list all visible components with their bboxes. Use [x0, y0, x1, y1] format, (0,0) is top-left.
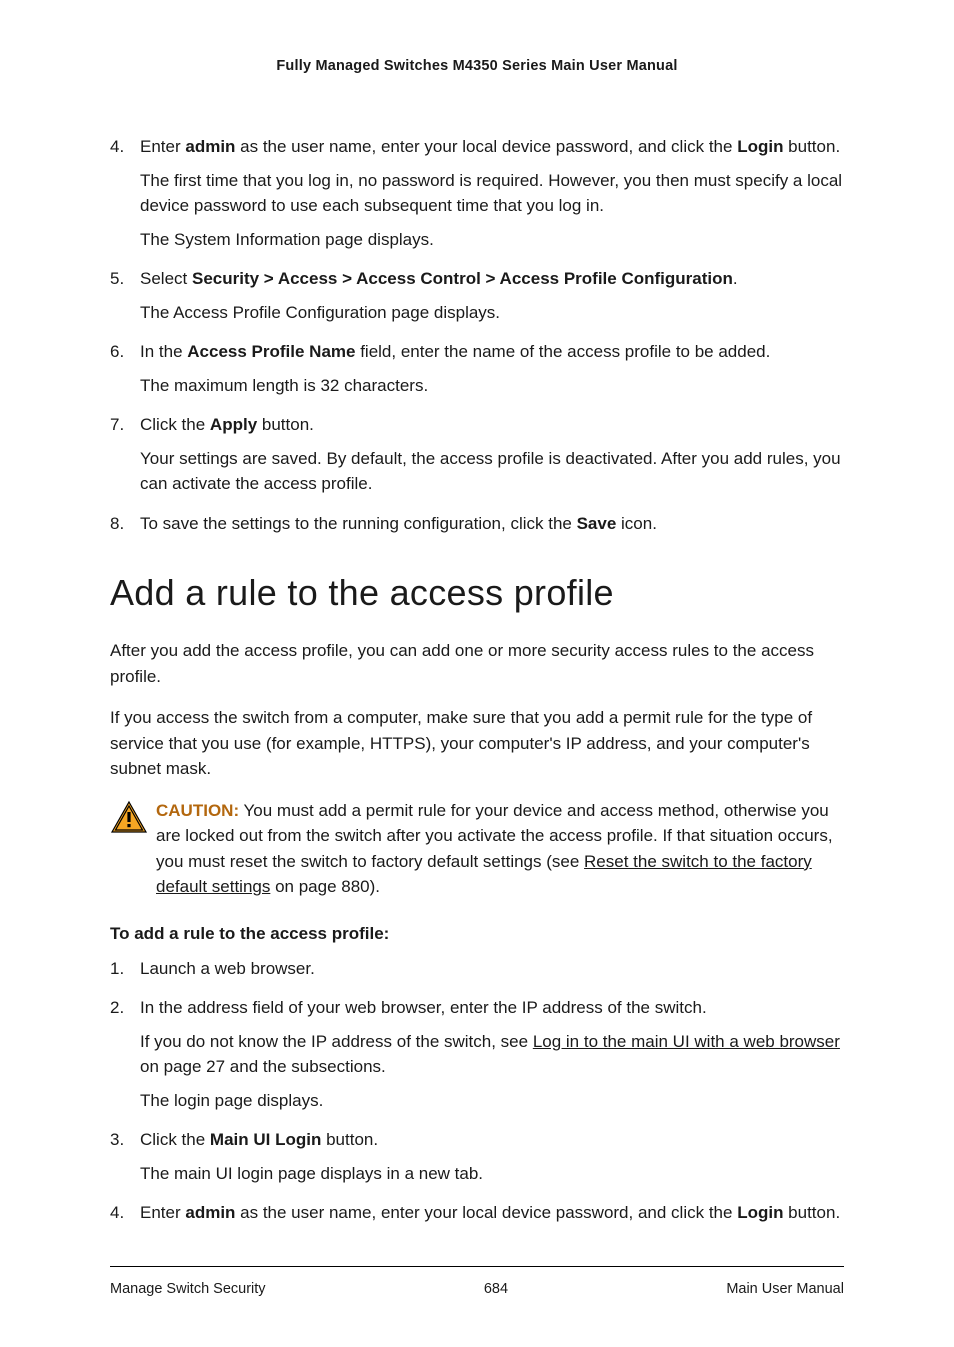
- step-item: 2.In the address field of your web brows…: [110, 995, 844, 1121]
- page-footer: Manage Switch Security 684 Main User Man…: [110, 1281, 844, 1317]
- step-number: 8.: [110, 511, 140, 545]
- step-paragraph: Enter admin as the user name, enter your…: [140, 1200, 844, 1226]
- steps-list-bottom: 1.Launch a web browser.2.In the address …: [110, 956, 844, 1234]
- step-number: 5.: [110, 266, 140, 333]
- step-item: 8.To save the settings to the running co…: [110, 511, 844, 545]
- step-body: Click the Main UI Login button. The main …: [140, 1127, 844, 1194]
- step-item: 1.Launch a web browser.: [110, 956, 844, 990]
- steps-list-top: 4.Enter admin as the user name, enter yo…: [110, 134, 844, 544]
- step-body: In the address field of your web browser…: [140, 995, 844, 1121]
- section-heading: Add a rule to the access profile: [110, 572, 844, 614]
- step-paragraph: Enter admin as the user name, enter your…: [140, 134, 844, 160]
- step-paragraph: The System Information page displays.: [140, 227, 844, 253]
- step-body: Launch a web browser.: [140, 956, 844, 990]
- caution-label: CAUTION:: [156, 801, 239, 820]
- step-paragraph: If you do not know the IP address of the…: [140, 1029, 844, 1080]
- step-number: 4.: [110, 1200, 140, 1234]
- step-paragraph: The login page displays.: [140, 1088, 844, 1114]
- intro-paragraph: After you add the access profile, you ca…: [110, 638, 844, 689]
- cross-reference-link[interactable]: Reset the switch to the factory default …: [156, 852, 812, 897]
- step-number: 1.: [110, 956, 140, 990]
- step-number: 6.: [110, 339, 140, 406]
- step-paragraph: In the Access Profile Name field, enter …: [140, 339, 844, 365]
- caution-text: CAUTION: You must add a permit rule for …: [156, 798, 844, 900]
- step-paragraph: Launch a web browser.: [140, 956, 844, 982]
- step-item: 4.Enter admin as the user name, enter yo…: [110, 134, 844, 260]
- step-item: 7.Click the Apply button. Your settings a…: [110, 412, 844, 505]
- step-item: 6.In the Access Profile Name field, ente…: [110, 339, 844, 406]
- step-paragraph: To save the settings to the running conf…: [140, 511, 844, 537]
- step-number: 2.: [110, 995, 140, 1121]
- step-body: Enter admin as the user name, enter your…: [140, 1200, 844, 1234]
- step-paragraph: Select Security > Access > Access Contro…: [140, 266, 844, 292]
- footer-rule: [110, 1266, 844, 1267]
- step-number: 7.: [110, 412, 140, 505]
- step-paragraph: In the address field of your web browser…: [140, 995, 844, 1021]
- step-paragraph: The first time that you log in, no passw…: [140, 168, 844, 219]
- step-body: Enter admin as the user name, enter your…: [140, 134, 844, 260]
- step-paragraph: The Access Profile Configuration page di…: [140, 300, 844, 326]
- step-item: 5.Select Security > Access > Access Cont…: [110, 266, 844, 333]
- step-item: 4.Enter admin as the user name, enter yo…: [110, 1200, 844, 1234]
- cross-reference-link[interactable]: Log in to the main UI with a web browser: [533, 1032, 840, 1051]
- step-paragraph: Your settings are saved. By default, the…: [140, 446, 844, 497]
- caution-icon: [110, 798, 156, 842]
- step-body: Click the Apply button. Your settings are…: [140, 412, 844, 505]
- step-paragraph: Click the Main UI Login button.: [140, 1127, 844, 1153]
- procedure-heading: To add a rule to the access profile:: [110, 924, 844, 944]
- footer-right: Main User Manual: [726, 1281, 844, 1297]
- step-paragraph: The main UI login page displays in a new…: [140, 1161, 844, 1187]
- intro-paragraph: If you access the switch from a computer…: [110, 705, 844, 782]
- step-body: In the Access Profile Name field, enter …: [140, 339, 844, 406]
- page-header: Fully Managed Switches M4350 Series Main…: [110, 58, 844, 74]
- step-paragraph: The maximum length is 32 characters.: [140, 373, 844, 399]
- step-number: 4.: [110, 134, 140, 260]
- footer-page-number: 684: [484, 1281, 508, 1297]
- step-body: To save the settings to the running conf…: [140, 511, 844, 545]
- step-body: Select Security > Access > Access Contro…: [140, 266, 844, 333]
- step-number: 3.: [110, 1127, 140, 1194]
- step-paragraph: Click the Apply button.: [140, 412, 844, 438]
- caution-block: CAUTION: You must add a permit rule for …: [110, 798, 844, 900]
- step-item: 3.Click the Main UI Login button. The mai…: [110, 1127, 844, 1194]
- footer-left: Manage Switch Security: [110, 1281, 266, 1297]
- intro-paragraphs: After you add the access profile, you ca…: [110, 638, 844, 782]
